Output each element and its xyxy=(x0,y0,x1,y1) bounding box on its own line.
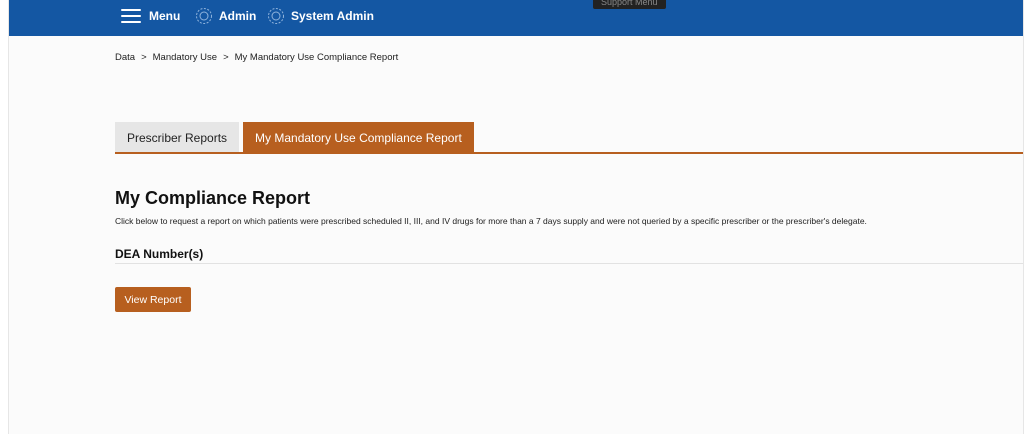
breadcrumb-item-current: My Mandatory Use Compliance Report xyxy=(234,52,399,63)
dea-numbers-label: DEA Number(s) xyxy=(115,247,204,261)
top-nav-bar: Menu Admin System Admin Support Menu xyxy=(9,0,1023,36)
breadcrumb-item-data[interactable]: Data xyxy=(115,52,135,63)
breadcrumb-separator: > xyxy=(223,52,229,63)
system-admin-label: System Admin xyxy=(291,9,374,23)
tab-underline xyxy=(115,152,1023,154)
menu-label: Menu xyxy=(149,9,181,23)
page-title: My Compliance Report xyxy=(115,188,311,208)
gear-icon xyxy=(195,7,213,25)
menu-button[interactable]: Menu xyxy=(121,0,180,32)
tab-mandatory-use-compliance-report[interactable]: My Mandatory Use Compliance Report xyxy=(243,122,474,153)
report-description: Click below to request a report on which… xyxy=(115,216,867,226)
support-menu-tooltip: Support Menu xyxy=(593,0,666,9)
gear-icon xyxy=(267,7,285,25)
hamburger-menu-icon xyxy=(121,9,141,23)
breadcrumb: Data > Mandatory Use > My Mandatory Use … xyxy=(115,52,398,63)
system-admin-menu-button[interactable]: System Admin xyxy=(267,0,374,32)
page-frame: Menu Admin System Admin Support Menu Dat… xyxy=(8,0,1024,434)
section-divider xyxy=(115,263,1023,264)
report-tabs: Prescriber Reports My Mandatory Use Comp… xyxy=(115,122,474,153)
breadcrumb-item-mandatory-use[interactable]: Mandatory Use xyxy=(153,52,217,63)
breadcrumb-separator: > xyxy=(141,52,147,63)
view-report-button[interactable]: View Report xyxy=(115,287,191,312)
admin-label: Admin xyxy=(219,9,257,23)
tab-prescriber-reports[interactable]: Prescriber Reports xyxy=(115,122,240,153)
admin-menu-button[interactable]: Admin xyxy=(195,0,256,32)
